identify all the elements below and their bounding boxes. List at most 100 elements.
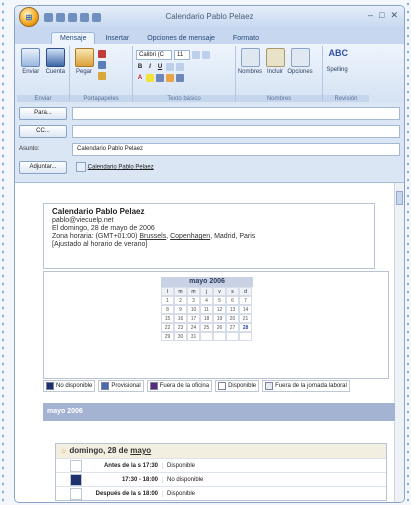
calendar-date: El domingo, 28 de mayo de 2006 [52, 225, 155, 232]
calendar-day-cell[interactable]: 16 [174, 314, 187, 323]
include-button[interactable]: Incluir [264, 48, 286, 102]
font-size-select[interactable]: 11 [174, 50, 190, 60]
subject-input[interactable]: Calendario Pablo Pelaez [72, 142, 400, 156]
outdent-icon[interactable] [176, 63, 184, 71]
calendar-day-cell [239, 332, 252, 341]
calendar-day-cell[interactable]: 15 [161, 314, 174, 323]
weekday-header: l [161, 287, 174, 296]
time-row: 17:30 - 18:00 No disponible [56, 472, 386, 486]
mini-calendar-grid: l m m j v s d 1 2 3 4 5 6 7 8 9 10 11 12 13 14 15 16 17 18 19 20 21… [161, 287, 253, 341]
mini-calendar-title: mayo 2006 [161, 277, 253, 287]
calendar-day-cell[interactable]: 6 [226, 296, 239, 305]
scroll-thumb[interactable] [396, 191, 403, 205]
indent-icon[interactable] [166, 63, 174, 71]
calendar-day-cell[interactable]: 7 [239, 296, 252, 305]
vertical-scrollbar[interactable] [394, 183, 404, 502]
bullets-icon[interactable] [192, 51, 200, 59]
calendar-day-cell[interactable]: 2 [174, 296, 187, 305]
names-button[interactable]: Nombres [238, 48, 262, 102]
account-label: Cuenta [45, 69, 65, 75]
weekday-header: m [174, 287, 187, 296]
calendar-day-cell[interactable]: 5 [213, 296, 226, 305]
minimize-icon[interactable]: ‒ [368, 10, 373, 21]
calendar-day-cell[interactable]: 20 [226, 314, 239, 323]
close-icon[interactable]: ✕ [390, 10, 398, 21]
font-select[interactable]: Calibri (C [136, 50, 172, 60]
align-left-icon[interactable] [156, 74, 164, 82]
numbering-icon[interactable] [202, 51, 210, 59]
attachment-name[interactable]: Calendario Pablo Pelaez [88, 164, 154, 170]
calendar-day-cell[interactable]: 29 [161, 332, 174, 341]
format-painter-icon[interactable] [98, 72, 106, 80]
underline-icon[interactable]: U [156, 63, 164, 71]
tab-formato[interactable]: Formato [225, 33, 267, 44]
cc-button[interactable]: CC... [19, 124, 67, 138]
group-review: ABC Spelling Revisión [323, 46, 369, 104]
account-button[interactable]: Cuenta [45, 48, 67, 102]
calendar-day-cell[interactable]: 26 [213, 323, 226, 332]
calendar-day-cell[interactable]: 21 [239, 314, 252, 323]
calendar-day-cell[interactable]: 30 [174, 332, 187, 341]
spelling-button[interactable]: ABC Spelling [326, 48, 348, 102]
calendar-day-cell [213, 332, 226, 341]
cut-icon[interactable] [98, 50, 106, 58]
calendar-day-cell [226, 332, 239, 341]
attach-button[interactable]: Adjuntar... [19, 160, 67, 174]
weekday-header: v [213, 287, 226, 296]
calendar-day-cell[interactable]: 17 [187, 314, 200, 323]
calendar-day-cell[interactable]: 13 [226, 305, 239, 314]
status-text: Disponible [162, 462, 195, 469]
copy-icon[interactable] [98, 61, 106, 69]
to-button[interactable]: Para... [19, 106, 67, 120]
tab-insertar[interactable]: Insertar [97, 33, 137, 44]
calendar-day-cell[interactable]: 27 [226, 323, 239, 332]
legend-item: Fuera de la jornada laboral [262, 380, 350, 392]
message-body[interactable]: Calendario Pablo Pelaez pablo@viecuelp.n… [15, 182, 404, 502]
calendar-day-cell[interactable]: 10 [187, 305, 200, 314]
title-bar: ⊞ Calendario Pablo Pelaez ‒ □ ✕ [15, 6, 404, 28]
left-dots-border [0, 0, 6, 505]
calendar-day-cell[interactable]: 22 [161, 323, 174, 332]
calendar-day-cell[interactable]: 3 [187, 296, 200, 305]
calendar-day-cell[interactable]: 4 [200, 296, 213, 305]
calendar-day-cell[interactable]: 25 [200, 323, 213, 332]
align-center-icon[interactable] [166, 74, 174, 82]
address-fields: Para... CC... Asunto: Calendario Pablo P… [15, 102, 404, 180]
tz-link-copenhagen[interactable]: Copenhagen [170, 233, 210, 240]
calendar-day-cell[interactable]: 18 [200, 314, 213, 323]
maximize-icon[interactable]: □ [379, 10, 384, 21]
calendar-file-icon [76, 161, 86, 172]
group-clipboard: Pegar Portapapeles [70, 46, 133, 104]
calendar-day-cell[interactable]: 14 [239, 305, 252, 314]
ribbon-tabs: Mensaje Insertar Opciones de mensaje For… [15, 28, 404, 44]
attachment-item[interactable]: Calendario Pablo Pelaez [72, 161, 400, 173]
paste-button[interactable]: Pegar [73, 48, 95, 102]
to-input[interactable] [72, 106, 400, 120]
calendar-day-cell[interactable]: 19 [213, 314, 226, 323]
send-label: Enviar [22, 69, 40, 75]
calendar-day-cell[interactable]: 1 [161, 296, 174, 305]
cc-input[interactable] [72, 124, 400, 138]
highlight-icon[interactable] [146, 74, 154, 82]
weekday-header: m [187, 287, 200, 296]
bold-icon[interactable]: B [136, 63, 144, 71]
calendar-day-cell[interactable]: 8 [161, 305, 174, 314]
font-color-icon[interactable]: A [136, 74, 144, 82]
day-month-link[interactable]: mayo [130, 446, 151, 455]
tab-opciones[interactable]: Opciones de mensaje [139, 33, 223, 44]
legend-swatch [218, 382, 227, 390]
calendar-day-cell[interactable]: 11 [200, 305, 213, 314]
legend-swatch [46, 382, 54, 390]
calendar-day-cell[interactable]: 24 [187, 323, 200, 332]
calendar-day-cell[interactable]: 12 [213, 305, 226, 314]
send-button[interactable]: Enviar [20, 48, 42, 102]
calendar-day-cell[interactable]: 23 [174, 323, 187, 332]
tz-link-brussels[interactable]: Brussels [139, 233, 166, 240]
calendar-day-cell[interactable]: 9 [174, 305, 187, 314]
options-button[interactable]: Opciones [287, 48, 313, 102]
align-right-icon[interactable] [176, 74, 184, 82]
calendar-day-cell[interactable]: 31 [187, 332, 200, 341]
italic-icon[interactable]: I [146, 63, 154, 71]
calendar-day-cell[interactable]: 28 [239, 323, 252, 332]
tab-mensaje[interactable]: Mensaje [51, 32, 96, 44]
